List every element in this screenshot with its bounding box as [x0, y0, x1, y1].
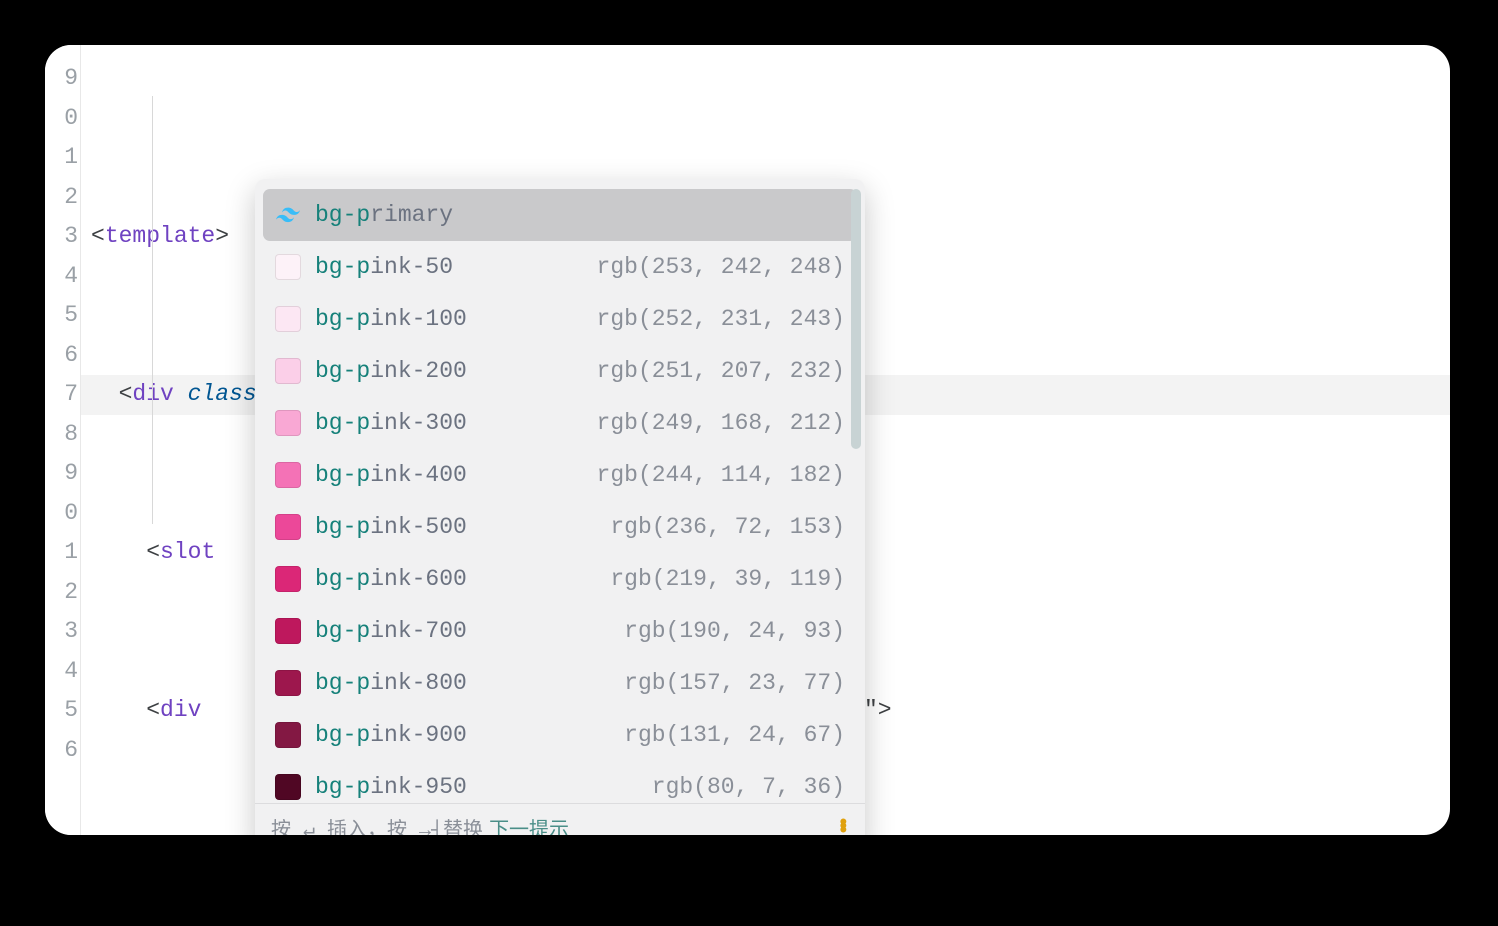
kebab-menu-icon[interactable]: ••• [837, 822, 849, 834]
line-number-gutter: 9 0 1 2 3 4 5 6 7 8 9 0 1 2 3 4 5 6 [45, 45, 81, 835]
autocomplete-list[interactable]: bg-primarybg-pink-50rgb(253, 242, 248)bg… [255, 179, 865, 803]
autocomplete-item[interactable]: bg-pink-700rgb(190, 24, 93) [263, 605, 857, 657]
line-number: 2 [45, 178, 80, 218]
line-number: 3 [45, 217, 80, 257]
line-number: 2 [45, 573, 80, 613]
autocomplete-value: rgb(131, 24, 67) [624, 722, 845, 748]
autocomplete-item[interactable]: bg-pink-400rgb(244, 114, 182) [263, 449, 857, 501]
indent-guide [152, 96, 153, 524]
autocomplete-item[interactable]: bg-pink-950rgb(80, 7, 36) [263, 761, 857, 803]
autocomplete-value: rgb(190, 24, 93) [624, 618, 845, 644]
autocomplete-value: rgb(80, 7, 36) [652, 774, 845, 800]
autocomplete-value: rgb(236, 72, 153) [610, 514, 845, 540]
autocomplete-item[interactable]: bg-pink-900rgb(131, 24, 67) [263, 709, 857, 761]
color-swatch-icon [275, 306, 301, 332]
color-swatch-icon [275, 670, 301, 696]
autocomplete-footer: 按 ↵ 插入，按 →┤替换 下一提示 ••• [255, 803, 865, 835]
autocomplete-label: bg-pink-600 [315, 566, 610, 592]
autocomplete-value: rgb(157, 23, 77) [624, 670, 845, 696]
line-number: 1 [45, 138, 80, 178]
autocomplete-label: bg-pink-300 [315, 410, 597, 436]
autocomplete-label: bg-pink-900 [315, 722, 624, 748]
autocomplete-label: bg-pink-500 [315, 514, 610, 540]
line-number: 4 [45, 257, 80, 297]
color-swatch-icon [275, 566, 301, 592]
autocomplete-label: bg-pink-50 [315, 254, 597, 280]
autocomplete-value: rgb(219, 39, 119) [610, 566, 845, 592]
next-hint-link[interactable]: 下一提示 [489, 813, 569, 836]
autocomplete-item[interactable]: bg-pink-200rgb(251, 207, 232) [263, 345, 857, 397]
autocomplete-value: rgb(251, 207, 232) [597, 358, 845, 384]
line-number: 9 [45, 59, 80, 99]
autocomplete-label: bg-pink-800 [315, 670, 624, 696]
autocomplete-label: bg-pink-400 [315, 462, 597, 488]
color-swatch-icon [275, 410, 301, 436]
line-number: 9 [45, 454, 80, 494]
line-number: 8 [45, 415, 80, 455]
autocomplete-item[interactable]: bg-pink-300rgb(249, 168, 212) [263, 397, 857, 449]
color-swatch-icon [275, 254, 301, 280]
line-number: 0 [45, 494, 80, 534]
autocomplete-label: bg-pink-100 [315, 306, 597, 332]
autocomplete-label: bg-pink-950 [315, 774, 652, 800]
line-number: 0 [45, 99, 80, 139]
autocomplete-popup: bg-primarybg-pink-50rgb(253, 242, 248)bg… [255, 179, 865, 835]
autocomplete-label: bg-primary [315, 202, 845, 228]
line-number: 7 [45, 375, 80, 415]
line-number: 6 [45, 731, 80, 771]
tailwind-icon [275, 202, 301, 228]
color-swatch-icon [275, 618, 301, 644]
line-number: 5 [45, 296, 80, 336]
line-number: 3 [45, 612, 80, 652]
autocomplete-value: rgb(244, 114, 182) [597, 462, 845, 488]
autocomplete-hint: 按 ↵ 插入，按 →┤替换 [271, 813, 483, 836]
line-number: 5 [45, 691, 80, 731]
autocomplete-label: bg-pink-200 [315, 358, 597, 384]
autocomplete-item[interactable]: bg-pink-600rgb(219, 39, 119) [263, 553, 857, 605]
line-number: 4 [45, 652, 80, 692]
autocomplete-value: rgb(252, 231, 243) [597, 306, 845, 332]
autocomplete-value: rgb(249, 168, 212) [597, 410, 845, 436]
line-number: 1 [45, 533, 80, 573]
autocomplete-item[interactable]: bg-primary [263, 189, 857, 241]
autocomplete-item[interactable]: bg-pink-500rgb(236, 72, 153) [263, 501, 857, 553]
autocomplete-item[interactable]: bg-pink-100rgb(252, 231, 243) [263, 293, 857, 345]
autocomplete-item[interactable]: bg-pink-50rgb(253, 242, 248) [263, 241, 857, 293]
autocomplete-value: rgb(253, 242, 248) [597, 254, 845, 280]
line-number: 6 [45, 336, 80, 376]
color-swatch-icon [275, 462, 301, 488]
color-swatch-icon [275, 514, 301, 540]
autocomplete-scrollbar[interactable] [851, 189, 861, 449]
color-swatch-icon [275, 774, 301, 800]
autocomplete-item[interactable]: bg-pink-800rgb(157, 23, 77) [263, 657, 857, 709]
code-editor-window: 9 0 1 2 3 4 5 6 7 8 9 0 1 2 3 4 5 6 <tem… [45, 45, 1450, 835]
color-swatch-icon [275, 722, 301, 748]
color-swatch-icon [275, 358, 301, 384]
autocomplete-label: bg-pink-700 [315, 618, 624, 644]
